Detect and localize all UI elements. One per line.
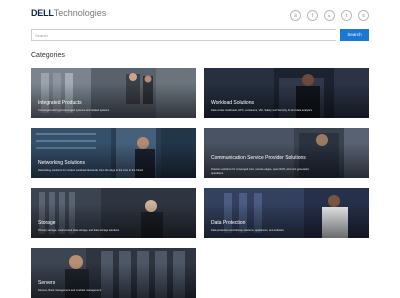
youtube-icon[interactable]: ▸ — [324, 10, 335, 21]
card-title: Communication Service Provider Solutions — [211, 155, 306, 161]
logo-brand: DELL — [31, 8, 54, 18]
linkedin-icon[interactable]: in — [290, 10, 301, 21]
card-title: Integrated Products — [38, 100, 82, 106]
card-description: Telecom solutions for converged core, se… — [211, 168, 310, 171]
category-card-data-protection[interactable]: Data Protection Data protection and back… — [204, 188, 369, 238]
search-button[interactable]: Search — [340, 29, 369, 41]
card-title: Servers — [38, 280, 56, 286]
card-description-continued: operations — [211, 171, 224, 175]
categories-heading: Categories — [31, 52, 65, 59]
card-description: Servers, Rack management and modular man… — [38, 289, 102, 292]
search-bar — [31, 29, 369, 41]
category-card-networking-solutions[interactable]: Networking Solutions Networking solution… — [31, 128, 196, 178]
category-card-storage[interactable]: Storage Primary storage, unstructured da… — [31, 188, 196, 238]
card-description: Data protection and backup solutions, ap… — [211, 229, 284, 232]
card-description: Networking solutions for modern workload… — [38, 169, 143, 172]
card-description: Primary storage, unstructured data stora… — [38, 229, 120, 232]
card-title: Workload Solutions — [211, 100, 254, 106]
search-input[interactable] — [31, 29, 336, 41]
card-title: Data Protection — [211, 220, 246, 226]
twitter-icon[interactable]: t — [341, 10, 352, 21]
site-header: DELLTechnologies in f ▸ t ✆ — [0, 0, 400, 28]
card-description: Data center workloads, HPC, containers, … — [211, 109, 313, 112]
social-links: in f ▸ t ✆ — [290, 10, 369, 21]
card-description: Converged and hyperconverged systems and… — [38, 109, 110, 112]
dell-technologies-logo[interactable]: DELLTechnologies — [31, 8, 106, 18]
logo-brand-rest: Technologies — [53, 8, 107, 18]
card-title: Storage — [38, 220, 56, 226]
category-card-servers[interactable]: Servers Servers, Rack management and mod… — [31, 248, 196, 298]
category-card-integrated-products[interactable]: Integrated Products Converged and hyperc… — [31, 68, 196, 118]
category-card-workload-solutions[interactable]: Workload Solutions Data center workloads… — [204, 68, 369, 118]
card-title: Networking Solutions — [38, 160, 85, 166]
contact-icon[interactable]: ✆ — [358, 10, 369, 21]
facebook-icon[interactable]: f — [307, 10, 318, 21]
category-card-communication-service-provider[interactable]: Communication Service Provider Solutions… — [204, 128, 369, 178]
